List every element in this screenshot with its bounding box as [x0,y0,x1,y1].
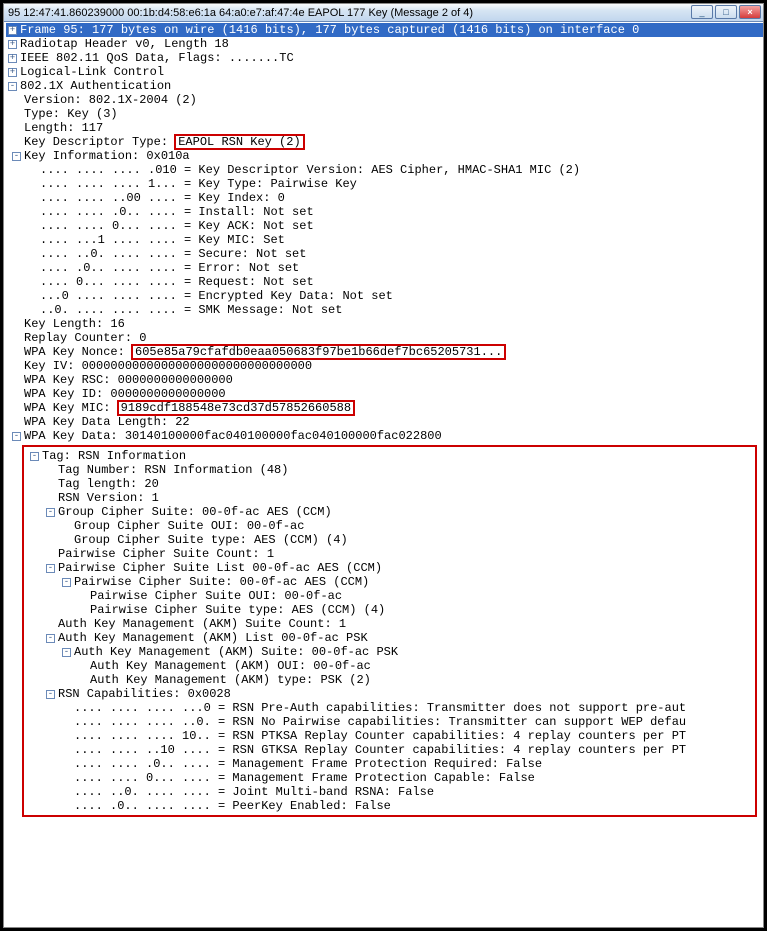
field-row[interactable]: WPA Key ID: 0000000000000000 [6,387,763,401]
maximize-button[interactable]: □ [715,5,737,19]
bitfield-row[interactable]: .... .... .... 1... = Key Type: Pairwise… [6,177,763,191]
key-descriptor-value: EAPOL RSN Key (2) [175,135,303,149]
nonce-value: 605e85a79cfafdb0eaa050683f97be1b66def7bc… [132,345,505,359]
window-titlebar[interactable]: 95 12:47:41.860239000 00:1b:d4:58:e6:1a … [4,4,763,22]
field-row[interactable]: Replay Counter: 0 [6,331,763,345]
expand-icon[interactable]: + [8,40,17,49]
collapse-icon[interactable]: - [46,690,55,699]
keydata-row[interactable]: -WPA Key Data: 30140100000fac040100000fa… [6,429,763,443]
mic-value: 9189cdf188548e73cd37d57852660588 [118,401,354,415]
radiotap-row[interactable]: +Radiotap Header v0, Length 18 [6,37,763,51]
bitfield-row[interactable]: .... .... .0.. .... = Install: Not set [6,205,763,219]
field-row[interactable]: Auth Key Management (AKM) Suite Count: 1 [24,617,755,631]
field-row[interactable]: Pairwise Cipher Suite Count: 1 [24,547,755,561]
frame-row[interactable]: +Frame 95: 177 bytes on wire (1416 bits)… [6,23,763,37]
bitfield-row[interactable]: ...0 .... .... .... = Encrypted Key Data… [6,289,763,303]
key-descriptor-row[interactable]: Key Descriptor Type: EAPOL RSN Key (2) [6,135,763,149]
field-row[interactable]: Key IV: 00000000000000000000000000000000 [6,359,763,373]
akm-row[interactable]: -Auth Key Management (AKM) Suite: 00-0f-… [24,645,755,659]
akm-list-row[interactable]: -Auth Key Management (AKM) List 00-0f-ac… [24,631,755,645]
bitfield-row[interactable]: .... ..0. .... .... = Joint Multi-band R… [24,785,755,799]
bitfield-row[interactable]: .... .... .... ..0. = RSN No Pairwise ca… [24,715,755,729]
collapse-icon[interactable]: - [46,634,55,643]
collapse-icon[interactable]: - [46,508,55,517]
rsn-highlight-box: -Tag: RSN Information Tag Number: RSN In… [22,445,757,817]
close-button[interactable]: × [739,5,761,19]
expand-icon[interactable]: + [8,54,17,63]
bitfield-row[interactable]: .... .... .... ...0 = RSN Pre-Auth capab… [24,701,755,715]
collapse-icon[interactable]: - [46,564,55,573]
field-row[interactable]: WPA Key RSC: 0000000000000000 [6,373,763,387]
field-row[interactable]: RSN Version: 1 [24,491,755,505]
window-title: 95 12:47:41.860239000 00:1b:d4:58:e6:1a … [8,7,473,19]
field-row[interactable]: Key Length: 16 [6,317,763,331]
pcs-list-row[interactable]: -Pairwise Cipher Suite List 00-0f-ac AES… [24,561,755,575]
bitfield-row[interactable]: .... 0... .... .... = Request: Not set [6,275,763,289]
field-row[interactable]: Group Cipher Suite OUI: 00-0f-ac [24,519,755,533]
auth-row[interactable]: -802.1X Authentication [6,79,763,93]
rsn-cap-row[interactable]: -RSN Capabilities: 0x0028 [24,687,755,701]
frame-text: Frame 95: 177 bytes on wire (1416 bits),… [20,23,639,37]
bitfield-row[interactable]: .... .0.. .... .... = PeerKey Enabled: F… [24,799,755,813]
packet-tree[interactable]: +Frame 95: 177 bytes on wire (1416 bits)… [4,22,763,927]
field-row[interactable]: Pairwise Cipher Suite OUI: 00-0f-ac [24,589,755,603]
bitfield-row[interactable]: .... .... 0... .... = Key ACK: Not set [6,219,763,233]
collapse-icon[interactable]: - [8,82,17,91]
field-row[interactable]: WPA Key Data Length: 22 [6,415,763,429]
minimize-button[interactable]: _ [691,5,713,19]
field-row[interactable]: Auth Key Management (AKM) OUI: 00-0f-ac [24,659,755,673]
field-row[interactable]: Length: 117 [6,121,763,135]
field-row[interactable]: Tag length: 20 [24,477,755,491]
collapse-icon[interactable]: - [12,432,21,441]
collapse-icon[interactable]: - [62,648,71,657]
bitfield-row[interactable]: ..0. .... .... .... = SMK Message: Not s… [6,303,763,317]
bitfield-row[interactable]: .... ...1 .... .... = Key MIC: Set [6,233,763,247]
keyinfo-row[interactable]: -Key Information: 0x010a [6,149,763,163]
pcs-row[interactable]: -Pairwise Cipher Suite: 00-0f-ac AES (CC… [24,575,755,589]
expand-icon[interactable]: + [8,68,17,77]
bitfield-row[interactable]: .... .... 0... .... = Management Frame P… [24,771,755,785]
bitfield-row[interactable]: .... ..0. .... .... = Secure: Not set [6,247,763,261]
bitfield-row[interactable]: .... .... .0.. .... = Management Frame P… [24,757,755,771]
bitfield-row[interactable]: .... .... ..10 .... = RSN GTKSA Replay C… [24,743,755,757]
collapse-icon[interactable]: - [30,452,39,461]
collapse-icon[interactable]: - [62,578,71,587]
expand-icon[interactable]: + [8,26,17,35]
field-row[interactable]: Pairwise Cipher Suite type: AES (CCM) (4… [24,603,755,617]
bitfield-row[interactable]: .... .... .... .010 = Key Descriptor Ver… [6,163,763,177]
field-row[interactable]: Type: Key (3) [6,107,763,121]
bitfield-row[interactable]: .... .... .... 10.. = RSN PTKSA Replay C… [24,729,755,743]
gcs-row[interactable]: -Group Cipher Suite: 00-0f-ac AES (CCM) [24,505,755,519]
llc-row[interactable]: +Logical-Link Control [6,65,763,79]
nonce-row[interactable]: WPA Key Nonce: 605e85a79cfafdb0eaa050683… [6,345,763,359]
field-row[interactable]: Version: 802.1X-2004 (2) [6,93,763,107]
collapse-icon[interactable]: - [12,152,21,161]
field-row[interactable]: Group Cipher Suite type: AES (CCM) (4) [24,533,755,547]
bitfield-row[interactable]: .... .0.. .... .... = Error: Not set [6,261,763,275]
mic-row[interactable]: WPA Key MIC: 9189cdf188548e73cd37d578526… [6,401,763,415]
field-row[interactable]: Auth Key Management (AKM) type: PSK (2) [24,673,755,687]
ieee-row[interactable]: +IEEE 802.11 QoS Data, Flags: .......TC [6,51,763,65]
rsn-tag-row[interactable]: -Tag: RSN Information [24,449,755,463]
field-row[interactable]: Tag Number: RSN Information (48) [24,463,755,477]
bitfield-row[interactable]: .... .... ..00 .... = Key Index: 0 [6,191,763,205]
